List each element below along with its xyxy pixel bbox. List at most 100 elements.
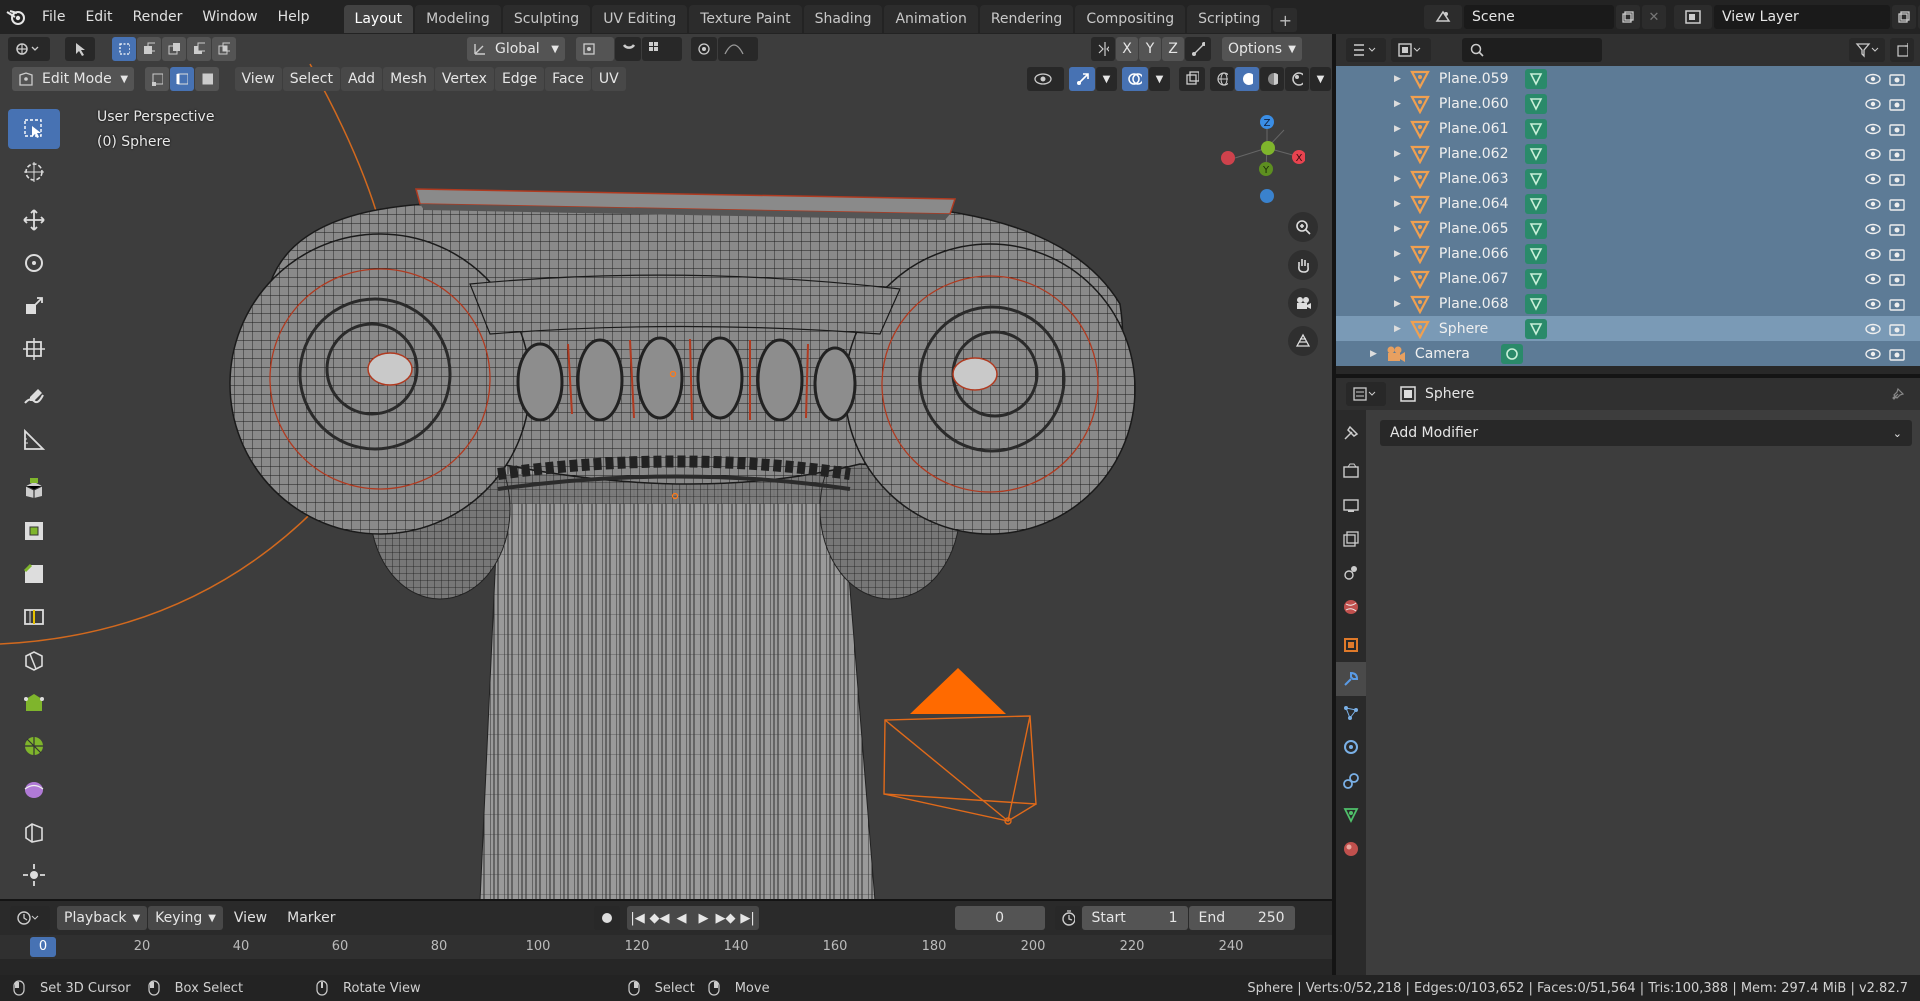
mirror-z-toggle[interactable]: Z — [1162, 37, 1184, 61]
render-camera-icon[interactable] — [1888, 122, 1906, 136]
mesh-data-icon[interactable] — [1524, 168, 1547, 189]
camera-data-icon[interactable] — [1500, 343, 1523, 364]
edge-select-mode-button[interactable] — [170, 67, 195, 91]
timeline-track-area[interactable] — [0, 959, 1332, 975]
mirror-options-icon[interactable] — [1091, 37, 1115, 61]
tab-uv-editing[interactable]: UV Editing — [592, 5, 688, 33]
visibility-eye-icon[interactable] — [1864, 247, 1882, 261]
visibility-eye-icon[interactable] — [1864, 97, 1882, 111]
mirror-y-toggle[interactable]: Y — [1139, 37, 1161, 61]
menu-view[interactable]: View — [234, 67, 282, 91]
navigation-gizmo[interactable]: Z Y X — [1215, 112, 1305, 212]
outliner-item-label[interactable]: Plane.067 — [1439, 271, 1511, 287]
select-mode-invert-icon[interactable] — [187, 37, 211, 61]
mesh-object-icon[interactable] — [1409, 294, 1431, 314]
outliner-row[interactable]: ▶ Plane.061 — [1336, 116, 1920, 141]
proportional-falloff-dropdown[interactable] — [718, 37, 758, 61]
jump-start-icon[interactable]: |◀ — [627, 906, 649, 930]
tab-scene-icon[interactable] — [1336, 556, 1366, 590]
visibility-eye-icon[interactable] — [1864, 72, 1882, 86]
tab-output-icon[interactable] — [1336, 488, 1366, 522]
new-view-layer-icon[interactable] — [1892, 5, 1916, 29]
outliner-item-label[interactable]: Plane.063 — [1439, 171, 1511, 187]
mesh-data-icon[interactable] — [1524, 68, 1547, 89]
play-reverse-icon[interactable]: ◀ — [671, 906, 693, 930]
edge-slide-tool[interactable] — [8, 812, 60, 852]
mesh-data-icon[interactable] — [1524, 118, 1547, 139]
inset-faces-tool[interactable] — [8, 511, 60, 551]
visibility-eye-icon[interactable] — [1864, 222, 1882, 236]
play-icon[interactable]: ▶ — [693, 906, 715, 930]
new-scene-icon[interactable] — [1616, 5, 1640, 29]
scale-tool[interactable] — [8, 286, 60, 326]
menu-playback[interactable]: Playback ▼ — [57, 906, 148, 930]
outliner-item-label[interactable]: Plane.065 — [1439, 221, 1511, 237]
mesh-data-icon[interactable] — [1524, 143, 1547, 164]
jump-end-icon[interactable]: ▶| — [737, 906, 759, 930]
move-tool[interactable] — [8, 200, 60, 240]
snap-element-dropdown[interactable] — [642, 37, 682, 61]
scene-name-field[interactable]: Scene — [1464, 5, 1614, 29]
select-mode-intersect-icon[interactable] — [212, 37, 236, 61]
tab-object-icon[interactable] — [1336, 628, 1366, 662]
mesh-object-icon[interactable] — [1409, 119, 1431, 139]
view-layer-name-field[interactable]: View Layer — [1714, 5, 1890, 29]
vertex-select-mode-button[interactable] — [145, 67, 170, 91]
render-camera-icon[interactable] — [1888, 147, 1906, 161]
auto-merge-icon[interactable] — [1185, 37, 1211, 61]
visibility-eye-icon[interactable] — [1864, 297, 1882, 311]
visibility-eye-icon[interactable] — [1864, 147, 1882, 161]
outliner-row[interactable]: ▶ Plane.066 — [1336, 241, 1920, 266]
mesh-object-icon[interactable] — [1409, 244, 1431, 264]
area-divider[interactable] — [0, 899, 1332, 901]
blender-logo-icon[interactable] — [0, 0, 32, 34]
filter-dropdown[interactable] — [1849, 38, 1885, 62]
menu-vertex[interactable]: Vertex — [434, 67, 494, 91]
start-frame-field[interactable]: Start 1 — [1081, 906, 1188, 930]
rotate-tool[interactable] — [8, 243, 60, 283]
pan-view-icon[interactable] — [1288, 250, 1318, 280]
expand-arrow-icon[interactable]: ▶ — [1394, 224, 1401, 234]
mesh-data-icon[interactable] — [1524, 193, 1547, 214]
outliner-row[interactable]: ▶ Plane.062 — [1336, 141, 1920, 166]
outliner-row[interactable]: ▶ Camera — [1336, 341, 1920, 366]
tab-world-icon[interactable] — [1336, 590, 1366, 624]
tab-physics-icon[interactable] — [1336, 730, 1366, 764]
outliner-row[interactable]: ▶ Plane.068 — [1336, 291, 1920, 316]
menu-edit[interactable]: Edit — [75, 0, 122, 34]
display-mode-dropdown[interactable] — [1391, 38, 1431, 62]
cursor-tool[interactable] — [8, 152, 60, 192]
visibility-eye-icon[interactable] — [1864, 197, 1882, 211]
options-dropdown[interactable]: Options ▼ — [1222, 37, 1302, 61]
tab-modifier-icon[interactable] — [1336, 662, 1366, 696]
bevel-tool[interactable] — [8, 554, 60, 594]
auto-keying-button[interactable] — [593, 906, 620, 930]
current-frame-field[interactable]: 0 — [954, 906, 1045, 930]
mesh-data-icon[interactable] — [1524, 93, 1547, 114]
tab-texture-paint[interactable]: Texture Paint — [689, 5, 802, 33]
select-mode-subtract-icon[interactable] — [162, 37, 186, 61]
select-box-tool[interactable] — [8, 109, 60, 149]
render-camera-icon[interactable] — [1888, 297, 1906, 311]
mesh-object-icon[interactable] — [1409, 69, 1431, 89]
tab-shading[interactable]: Shading — [803, 5, 883, 33]
shading-rendered-button[interactable] — [1284, 67, 1309, 91]
mirror-x-toggle[interactable]: X — [1116, 37, 1138, 61]
3d-viewport[interactable]: Global ▼ X Y Z Options ▼ Edit Mode ▼ Vie… — [0, 34, 1332, 901]
gizmo-toggle-icon[interactable] — [1068, 67, 1095, 91]
menu-uv[interactable]: UV — [591, 67, 626, 91]
tab-view-layer-icon[interactable] — [1336, 522, 1366, 556]
menu-mesh[interactable]: Mesh — [383, 67, 434, 91]
expand-arrow-icon[interactable]: ▶ — [1394, 99, 1401, 109]
shading-solid-button[interactable] — [1234, 67, 1259, 91]
proportional-edit-icon[interactable] — [691, 37, 717, 61]
mesh-object-icon[interactable] — [1409, 94, 1431, 114]
mesh-object-icon[interactable] — [1409, 144, 1431, 164]
face-select-mode-button[interactable] — [195, 67, 220, 91]
select-mode-new-icon[interactable] — [112, 37, 136, 61]
tab-material-icon[interactable] — [1336, 832, 1366, 866]
visibility-eye-icon[interactable] — [1864, 122, 1882, 136]
render-camera-icon[interactable] — [1888, 172, 1906, 186]
tab-modeling[interactable]: Modeling — [415, 5, 501, 33]
mesh-object-icon[interactable] — [1409, 219, 1431, 239]
